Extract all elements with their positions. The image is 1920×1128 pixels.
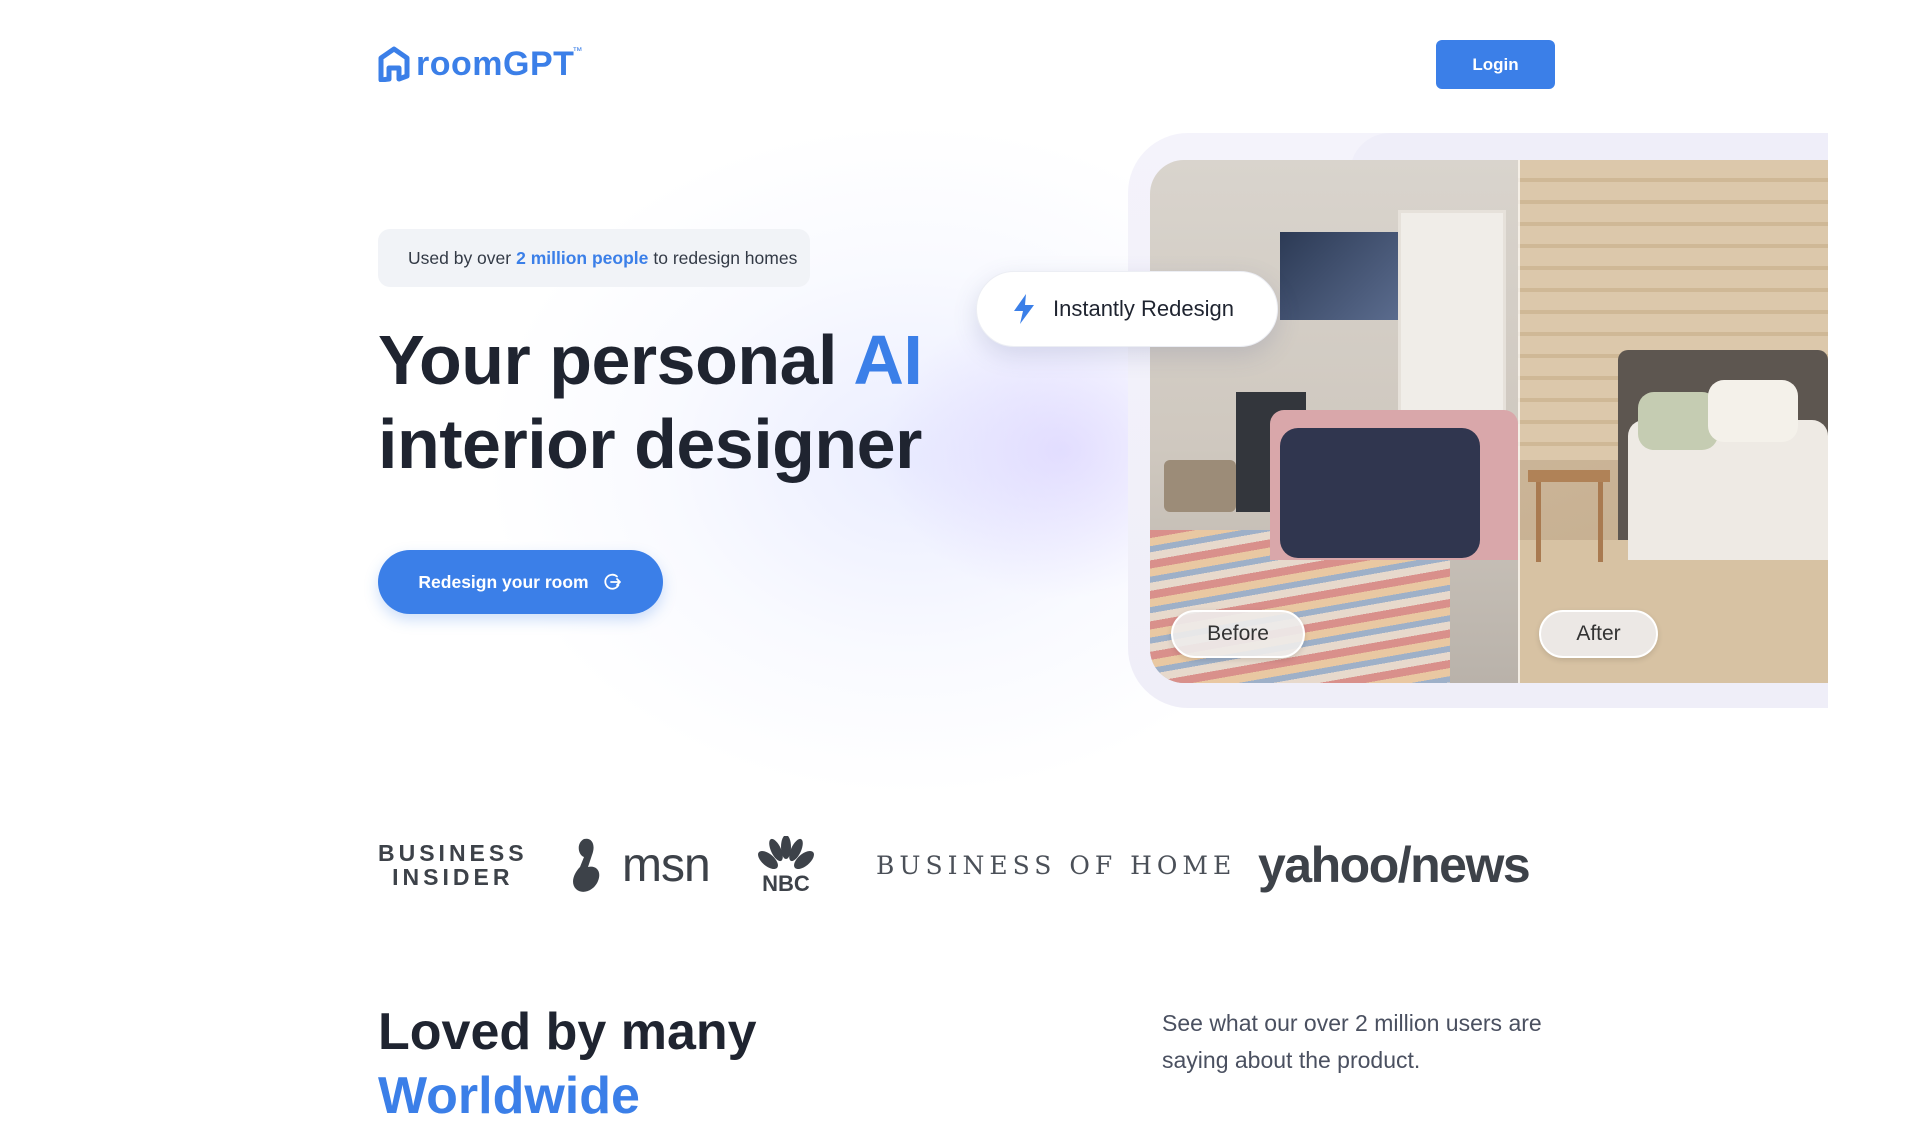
badge-highlight: 2 million people <box>516 247 649 268</box>
yahoo-news-logo: yahoo/news <box>1258 837 1531 893</box>
instantly-redesign-label: Instantly Redesign <box>1053 296 1234 321</box>
before-room-image <box>1150 160 1518 683</box>
msn-butterfly-icon <box>573 838 600 892</box>
testimonials-title-line1: Loved by many <box>378 1003 757 1061</box>
logo[interactable]: roomGPT ™ <box>378 44 582 84</box>
after-label: After <box>1539 610 1658 658</box>
nbc-text: NBC <box>762 871 810 896</box>
logo-text: roomGPT <box>416 44 575 83</box>
side-table-leg <box>1536 482 1541 562</box>
before-label: Before <box>1171 610 1305 658</box>
side-table <box>1528 470 1610 482</box>
trademark: ™ <box>572 46 583 57</box>
pillow <box>1708 380 1798 442</box>
business-insider-line1: BUSINESS <box>378 840 528 866</box>
before-after-image <box>1150 160 1828 683</box>
wall-poster <box>1280 232 1400 320</box>
business-of-home-logo: BUSINESS OF HOME <box>876 850 1237 880</box>
nbc-logo: NBC <box>756 830 816 900</box>
hero-title-prefix: Your personal <box>378 321 837 399</box>
instantly-redesign-badge: Instantly Redesign <box>976 271 1278 347</box>
msn-logo: msn <box>566 830 711 900</box>
blanket <box>1280 428 1480 558</box>
hero-title-accent: AI <box>853 321 923 399</box>
pillow <box>1638 392 1718 450</box>
badge-suffix: to redesign homes <box>653 247 798 268</box>
login-button[interactable]: Login <box>1436 40 1555 89</box>
testimonials-title: Loved by many Worldwide <box>378 1000 757 1128</box>
after-room-image <box>1518 160 1828 683</box>
nbc-peacock-icon <box>758 836 814 869</box>
business-insider-line2: INSIDER <box>392 864 514 890</box>
msn-text: msn <box>622 838 711 892</box>
side-table-leg <box>1598 482 1603 562</box>
redesign-room-label: Redesign your room <box>418 571 589 592</box>
before-after-divider[interactable] <box>1518 160 1520 683</box>
house-icon <box>378 46 410 82</box>
lightning-bolt-icon <box>1014 294 1034 324</box>
basket <box>1164 460 1236 512</box>
redesign-room-button[interactable]: Redesign your room <box>378 550 663 614</box>
hero-title: Your personal AI interior designer <box>378 318 923 486</box>
usage-badge: Used by over 2 million people to redesig… <box>378 229 810 287</box>
badge-prefix: Used by over <box>408 247 512 268</box>
hero-title-line2: interior designer <box>378 405 922 483</box>
testimonials-title-line2: Worldwide <box>378 1067 640 1125</box>
business-insider-logo: BUSINESS INSIDER <box>378 830 528 900</box>
testimonials-subtitle: See what our over 2 million users are sa… <box>1162 1010 1542 1073</box>
arrow-redesign-icon <box>604 573 621 590</box>
